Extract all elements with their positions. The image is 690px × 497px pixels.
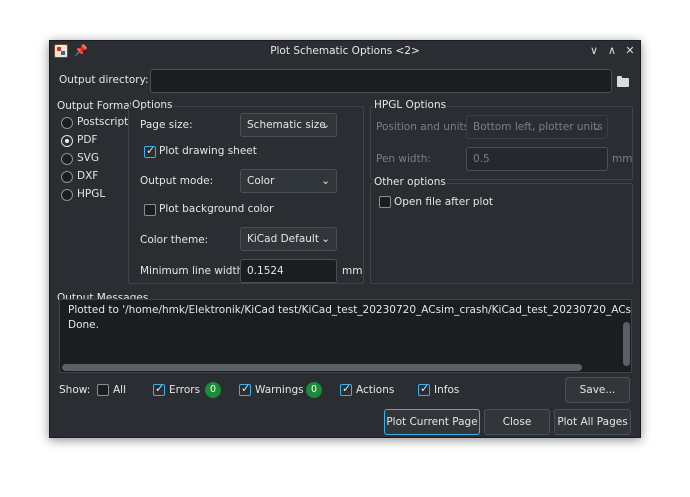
page-size-label: Page size: [140,119,193,131]
filter-infos-checkbox[interactable] [418,382,430,396]
radio-hpgl-label: HPGL [77,188,106,200]
errors-count-badge: 0 [205,382,221,398]
chevron-down-icon: ⌄ [321,175,330,187]
title-bar: 📌 Plot Schematic Options <2> ∨ ∧ ✕ [50,41,640,62]
options-title: Options [131,99,174,111]
color-theme-value: KiCad Default [247,233,319,245]
filter-warnings-label: Warnings [255,384,304,396]
chevron-down-icon: ⌄ [321,233,330,245]
output-mode-label: Output mode: [140,175,214,187]
vertical-scrollbar[interactable] [623,322,630,366]
filter-errors-checkbox[interactable] [153,382,165,396]
output-directory-input[interactable] [150,69,612,93]
hpgl-position-value: Bottom left, plotter units [473,121,603,133]
plot-drawing-sheet-checkbox[interactable] [144,144,156,158]
browse-folder-button[interactable] [614,70,632,92]
filter-errors-label: Errors [169,384,201,396]
hpgl-options-title: HPGL Options [373,99,448,111]
plot-dialog: 📌 Plot Schematic Options <2> ∨ ∧ ✕ Outpu… [49,40,641,438]
radio-postscript[interactable] [61,117,73,129]
chevron-down-icon: ⌄ [321,119,330,131]
warnings-count-badge: 0 [306,382,322,398]
plot-background-color-label: Plot background color [159,203,274,215]
output-mode-value: Color [247,175,275,187]
show-label: Show: [59,384,91,396]
plot-background-color-checkbox[interactable] [144,204,156,216]
filter-all-checkbox[interactable] [97,384,109,396]
open-file-after-plot-checkbox[interactable] [379,196,391,208]
filter-actions-checkbox[interactable] [340,382,352,396]
page-size-select[interactable]: Schematic size ⌄ [240,113,337,137]
radio-pdf-label: PDF [77,134,98,146]
plot-drawing-sheet-label: Plot drawing sheet [159,145,257,157]
hpgl-pen-width-label: Pen width: [376,153,431,165]
output-messages-panel[interactable]: Plotted to '/home/hmk/Elektronik/KiCad t… [59,299,632,373]
filter-infos-label: Infos [434,384,460,396]
chevron-down-icon: ⌄ [592,121,601,133]
window-title: Plot Schematic Options <2> [270,45,420,57]
radio-pdf[interactable] [61,135,73,147]
min-line-width-unit: mm [342,265,363,277]
page-size-value: Schematic size [247,119,326,131]
message-line: Plotted to '/home/hmk/Elektronik/KiCad t… [68,304,632,316]
radio-dxf-label: DXF [77,170,99,182]
close-button[interactable]: Close [484,409,550,435]
hpgl-position-select[interactable]: Bottom left, plotter units ⌄ [466,115,608,139]
min-line-width-label: Minimum line width: [140,265,247,277]
plot-all-pages-button[interactable]: Plot All Pages [554,409,631,435]
filter-warnings-checkbox[interactable] [239,382,251,396]
filter-actions-label: Actions [356,384,395,396]
radio-postscript-label: Postscript [77,116,129,128]
output-directory-label: Output directory: [59,74,149,86]
maximize-icon[interactable]: ∧ [604,43,620,59]
color-theme-label: Color theme: [140,234,209,246]
message-line: Done. [68,319,99,331]
other-options-title: Other options [373,176,447,188]
horizontal-scrollbar[interactable] [62,364,582,371]
open-file-after-plot-label: Open file after plot [394,196,494,208]
output-format-title: Output Format [57,100,134,112]
hpgl-pen-width-input[interactable]: 0.5 [466,147,608,171]
plot-current-page-button[interactable]: Plot Current Page [384,409,480,435]
filter-all-label: All [113,384,127,396]
close-icon[interactable]: ✕ [622,43,638,59]
radio-dxf[interactable] [61,171,73,183]
radio-hpgl[interactable] [61,189,73,201]
color-theme-select[interactable]: KiCad Default ⌄ [240,227,337,251]
radio-svg[interactable] [61,153,73,165]
save-messages-button[interactable]: Save... [565,377,630,403]
min-line-width-input[interactable]: 0.1524 [240,259,337,283]
output-mode-select[interactable]: Color ⌄ [240,169,337,193]
hpgl-pen-width-unit: mm [612,153,633,165]
radio-svg-label: SVG [77,152,99,164]
folder-icon [617,76,629,87]
hpgl-position-label: Position and units: [376,121,473,133]
minimize-icon[interactable]: ∨ [586,43,602,59]
